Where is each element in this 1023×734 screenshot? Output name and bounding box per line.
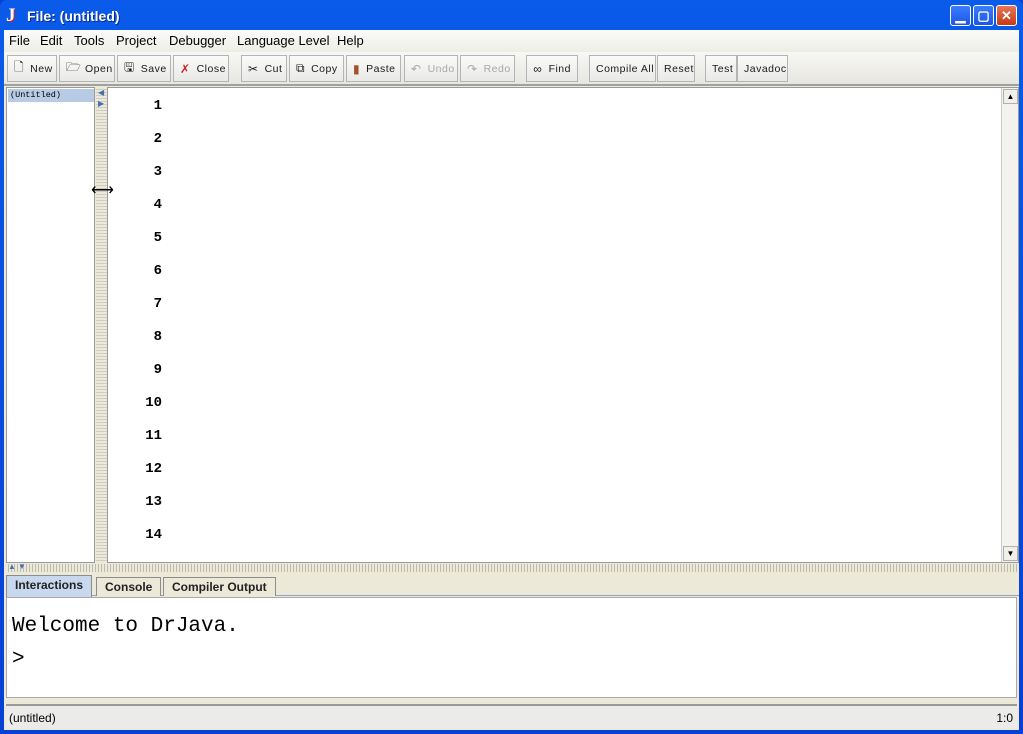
expand-right-icon[interactable]: ▶: [98, 99, 104, 108]
menu-file[interactable]: File: [9, 33, 30, 48]
find-button[interactable]: ∞ Find: [526, 55, 578, 82]
line-number: 9: [153, 362, 162, 378]
open-folder-icon: 🗁: [66, 60, 82, 74]
line-number: 5: [153, 230, 162, 246]
document-list[interactable]: (Untitled): [6, 87, 95, 563]
new-button[interactable]: 🗋 New: [7, 55, 57, 82]
collapse-down-icon[interactable]: ▼: [18, 562, 26, 571]
line-number: 6: [153, 263, 162, 279]
window-title: File: (untitled): [27, 8, 120, 24]
prompt: >: [12, 648, 25, 671]
reset-button[interactable]: Reset: [657, 55, 695, 82]
title-bar[interactable]: J File: (untitled) ▁ ▢ ✕: [0, 0, 1023, 30]
cut-button[interactable]: ✂ Cut: [241, 55, 287, 82]
minimize-button[interactable]: ▁: [950, 5, 971, 26]
line-number: 14: [145, 527, 162, 543]
horizontal-splitter[interactable]: ▲ ▼: [6, 562, 1019, 572]
expand-up-icon[interactable]: ▲: [8, 562, 16, 571]
main-split: (Untitled) ◀ ▶ 1 2 3 4 5 6 7 8 9 10 11 12 13 14 ▲ ▼: [6, 87, 1019, 564]
document-item[interactable]: (Untitled): [8, 89, 94, 102]
menu-bar: File Edit Tools Project Debugger Languag…: [4, 30, 1019, 52]
bottom-tabs: Interactions Console Compiler Output: [6, 575, 1019, 597]
floppy-icon: 🖫: [124, 60, 135, 74]
line-number: 12: [145, 461, 162, 477]
line-number: 2: [153, 131, 162, 147]
close-file-icon: ✗: [180, 61, 191, 76]
status-bar: (untitled) 1:0: [6, 704, 1017, 728]
new-file-icon: 🗋: [14, 60, 25, 74]
undo-icon: ↶: [411, 61, 422, 76]
close-button[interactable]: ✗ Close: [173, 55, 229, 82]
scroll-down-icon[interactable]: ▼: [1003, 546, 1018, 561]
menu-debugger[interactable]: Debugger: [169, 33, 226, 48]
scissors-icon: ✂: [248, 61, 259, 76]
menu-edit[interactable]: Edit: [40, 33, 62, 48]
clipboard-icon: ▮: [353, 61, 361, 76]
line-number: 11: [145, 428, 162, 444]
vertical-splitter[interactable]: ◀ ▶: [96, 87, 107, 563]
line-number: 7: [153, 296, 162, 312]
redo-button[interactable]: ↷ Redo: [460, 55, 515, 82]
close-window-button[interactable]: ✕: [996, 5, 1017, 26]
tab-console[interactable]: Console: [96, 577, 162, 596]
line-number: 1: [153, 98, 162, 114]
test-button[interactable]: Test: [705, 55, 737, 82]
client-area: File Edit Tools Project Debugger Languag…: [4, 30, 1019, 730]
copy-button[interactable]: ⧉ Copy: [289, 55, 344, 82]
line-number: 10: [145, 395, 162, 411]
app-icon: J: [6, 5, 16, 26]
collapse-left-icon[interactable]: ◀: [98, 88, 104, 97]
menu-help[interactable]: Help: [337, 33, 364, 48]
line-number: 8: [153, 329, 162, 345]
copy-icon: ⧉: [296, 61, 306, 75]
interactions-pane[interactable]: Welcome to DrJava. >: [6, 597, 1017, 698]
undo-button[interactable]: ↶ Undo: [404, 55, 458, 82]
resize-cursor-icon: ⟷: [91, 182, 114, 199]
status-file: (untitled): [9, 711, 56, 725]
menu-tools[interactable]: Tools: [74, 33, 104, 48]
scroll-up-icon[interactable]: ▲: [1003, 89, 1018, 104]
line-number: 4: [153, 197, 162, 213]
editor-scrollbar[interactable]: ▲ ▼: [1001, 88, 1018, 562]
maximize-button[interactable]: ▢: [973, 5, 994, 26]
line-number: 13: [145, 494, 162, 510]
open-button[interactable]: 🗁 Open: [59, 55, 115, 82]
tab-interactions[interactable]: Interactions: [6, 575, 93, 597]
redo-icon: ↷: [467, 61, 478, 76]
javadoc-button[interactable]: Javadoc: [737, 55, 788, 82]
welcome-text: Welcome to DrJava.: [12, 615, 239, 638]
toolbar: 🗋 New 🗁 Open 🖫 Save ✗ Close ✂ Cut ⧉ Copy ▮ Past…: [4, 52, 1019, 86]
status-position: 1:0: [996, 711, 1013, 725]
binoculars-icon: ∞: [533, 61, 543, 76]
line-number: 3: [153, 164, 162, 180]
menu-language-level[interactable]: Language Level: [237, 33, 330, 48]
menu-project[interactable]: Project: [116, 33, 156, 48]
save-button[interactable]: 🖫 Save: [117, 55, 171, 82]
paste-button[interactable]: ▮ Paste: [346, 55, 401, 82]
tab-compiler-output[interactable]: Compiler Output: [163, 577, 276, 596]
compile-all-button[interactable]: Compile All: [589, 55, 656, 82]
drjava-window: J File: (untitled) ▁ ▢ ✕ File Edit Tools…: [0, 0, 1023, 734]
code-editor[interactable]: 1 2 3 4 5 6 7 8 9 10 11 12 13 14 ▲ ▼: [107, 87, 1019, 563]
